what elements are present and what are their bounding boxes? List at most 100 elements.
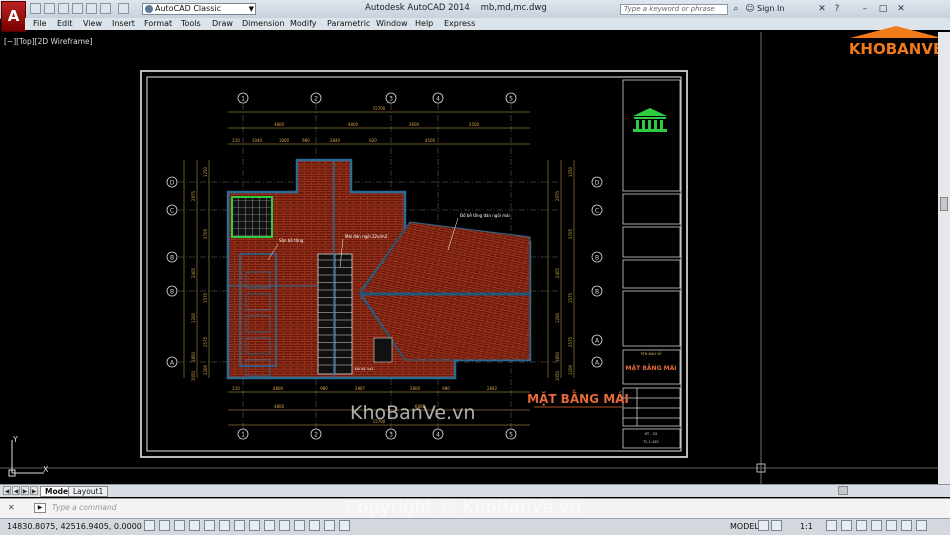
infer-constraints-icon[interactable]	[144, 520, 155, 531]
annotation-visibility-icon[interactable]	[826, 520, 837, 531]
vertical-scrollbar-thumb[interactable]	[940, 197, 948, 211]
quick-view-drawings-icon[interactable]	[771, 520, 782, 531]
prev-tab-icon[interactable]: ◀	[12, 486, 20, 495]
command-history-button[interactable]: ▶	[34, 503, 46, 513]
last-tab-icon[interactable]: ▶	[30, 486, 38, 495]
menu-window[interactable]: Window	[376, 19, 408, 28]
menu-insert[interactable]: Insert	[112, 19, 135, 28]
menu-file[interactable]: File	[33, 19, 46, 28]
menu-tools[interactable]: Tools	[181, 19, 201, 28]
3d-osnap-icon[interactable]	[234, 520, 245, 531]
tab-layout1[interactable]: Layout1	[68, 486, 109, 497]
transparency-icon[interactable]	[309, 520, 320, 531]
polar-icon[interactable]	[204, 520, 215, 531]
annotation-text: Đổ bê tông đán ngói mái	[460, 213, 510, 218]
menu-edit[interactable]: Edit	[57, 19, 73, 28]
dimension-text: 1575	[568, 292, 573, 303]
grid-bubble-label: 3	[389, 432, 393, 439]
help-icon[interactable]: ?	[832, 4, 842, 14]
file-name: mb,md,mc.dwg	[480, 3, 547, 13]
save-as-icon[interactable]	[72, 3, 83, 14]
grid-icon[interactable]	[174, 520, 185, 531]
next-tab-icon[interactable]: ▶	[21, 486, 29, 495]
quick-properties-icon[interactable]	[324, 520, 335, 531]
search-input[interactable]: Type a keyword or phrase	[620, 4, 728, 15]
logo-roof	[850, 26, 942, 38]
workspace-select[interactable]: AutoCAD Classic ▼	[142, 3, 256, 15]
print-icon[interactable]	[86, 3, 97, 14]
grid-bubble-label: D	[595, 180, 600, 187]
dimension-text: 2842	[487, 386, 498, 391]
sign-in-link[interactable]: Sign In	[757, 4, 784, 13]
vertical-scrollbar[interactable]	[938, 32, 950, 484]
menu-parametric[interactable]: Parametric	[327, 19, 370, 28]
undo-icon[interactable]	[100, 3, 111, 14]
dimension-text: 4800	[348, 122, 359, 127]
hardware-acceleration-icon[interactable]	[886, 520, 897, 531]
dimension-text: 1250	[203, 166, 208, 177]
dimension-text: 15700	[373, 106, 386, 111]
copyright-watermark: Copyright © KhoBanVe.vn	[345, 497, 582, 518]
dyn-icon[interactable]	[279, 520, 290, 531]
otrack-icon[interactable]	[249, 520, 260, 531]
lock-icon[interactable]	[871, 520, 882, 531]
quick-view-layouts-icon[interactable]	[758, 520, 769, 531]
grid-bubble-label: B	[170, 289, 174, 296]
dimension-text: 1040	[252, 138, 263, 143]
viewport-controls[interactable]: [−][Top][2D Wireframe]	[4, 37, 93, 46]
menu-express[interactable]: Express	[444, 19, 475, 28]
annotation-text: Sàn bê tông	[279, 238, 304, 243]
command-input[interactable]: Type a command	[52, 503, 117, 512]
new-icon[interactable]	[30, 3, 41, 14]
lineweight-icon[interactable]	[294, 520, 305, 531]
horizontal-scrollbar-thumb[interactable]	[838, 486, 848, 495]
workspace-switch-icon[interactable]	[856, 520, 867, 531]
user-icon[interactable]: ☺	[745, 4, 755, 14]
logo-text: KHOBANVE	[850, 40, 942, 58]
dimension-text: 980	[320, 386, 328, 391]
menu-view[interactable]: View	[83, 19, 102, 28]
grid-bubble-label: 3	[389, 96, 393, 103]
grid-bubble-label: A	[595, 360, 600, 367]
title-block-cell	[622, 193, 681, 225]
dimension-text: 4800	[274, 122, 285, 127]
selection-cycling-icon[interactable]	[339, 520, 350, 531]
application-menu-button[interactable]: A	[1, 1, 26, 32]
annotation-scale[interactable]: 1:1	[800, 522, 813, 531]
snap-icon[interactable]	[159, 520, 170, 531]
command-close-icon[interactable]: ✕	[8, 503, 15, 512]
dimension-text: 2405	[555, 267, 560, 278]
model-space-toggle[interactable]: MODEL	[730, 522, 759, 531]
save-icon[interactable]	[58, 3, 69, 14]
grid-bubble-label: 1	[241, 432, 245, 439]
ortho-icon[interactable]	[189, 520, 200, 531]
menu-format[interactable]: Format	[144, 19, 172, 28]
clean-screen-icon[interactable]	[916, 520, 927, 531]
close-icon[interactable]: ✕	[896, 4, 906, 14]
dimension-text: 3600	[409, 122, 420, 127]
open-icon[interactable]	[44, 3, 55, 14]
redo-icon[interactable]	[118, 3, 129, 14]
exchange-icon[interactable]: ✕	[817, 4, 827, 14]
menu-help[interactable]: Help	[415, 19, 433, 28]
dimension-text: 4800	[274, 404, 285, 409]
grid-bubble-label: 5	[509, 96, 513, 103]
first-tab-icon[interactable]: ◀	[3, 486, 11, 495]
menu-modify[interactable]: Modify	[290, 19, 317, 28]
maximize-icon[interactable]: □	[878, 4, 888, 14]
title-block-cell	[622, 226, 681, 258]
minimize-icon[interactable]: –	[860, 4, 870, 14]
binoculars-icon[interactable]: ⌕	[731, 4, 741, 14]
auto-scale-icon[interactable]	[841, 520, 852, 531]
dimension-text: 210	[232, 138, 240, 143]
ucs-x-label: X	[43, 465, 49, 474]
grid-bubble-label: C	[595, 208, 599, 215]
ducs-icon[interactable]	[264, 520, 275, 531]
skylight	[231, 196, 273, 238]
isolate-objects-icon[interactable]	[901, 520, 912, 531]
cursor-coordinates[interactable]: 14830.8075, 42516.9405, 0.0000	[7, 522, 142, 531]
dimension-text: 4500	[425, 138, 436, 143]
menu-dimension[interactable]: Dimension	[242, 19, 285, 28]
osnap-icon[interactable]	[219, 520, 230, 531]
menu-draw[interactable]: Draw	[212, 19, 233, 28]
